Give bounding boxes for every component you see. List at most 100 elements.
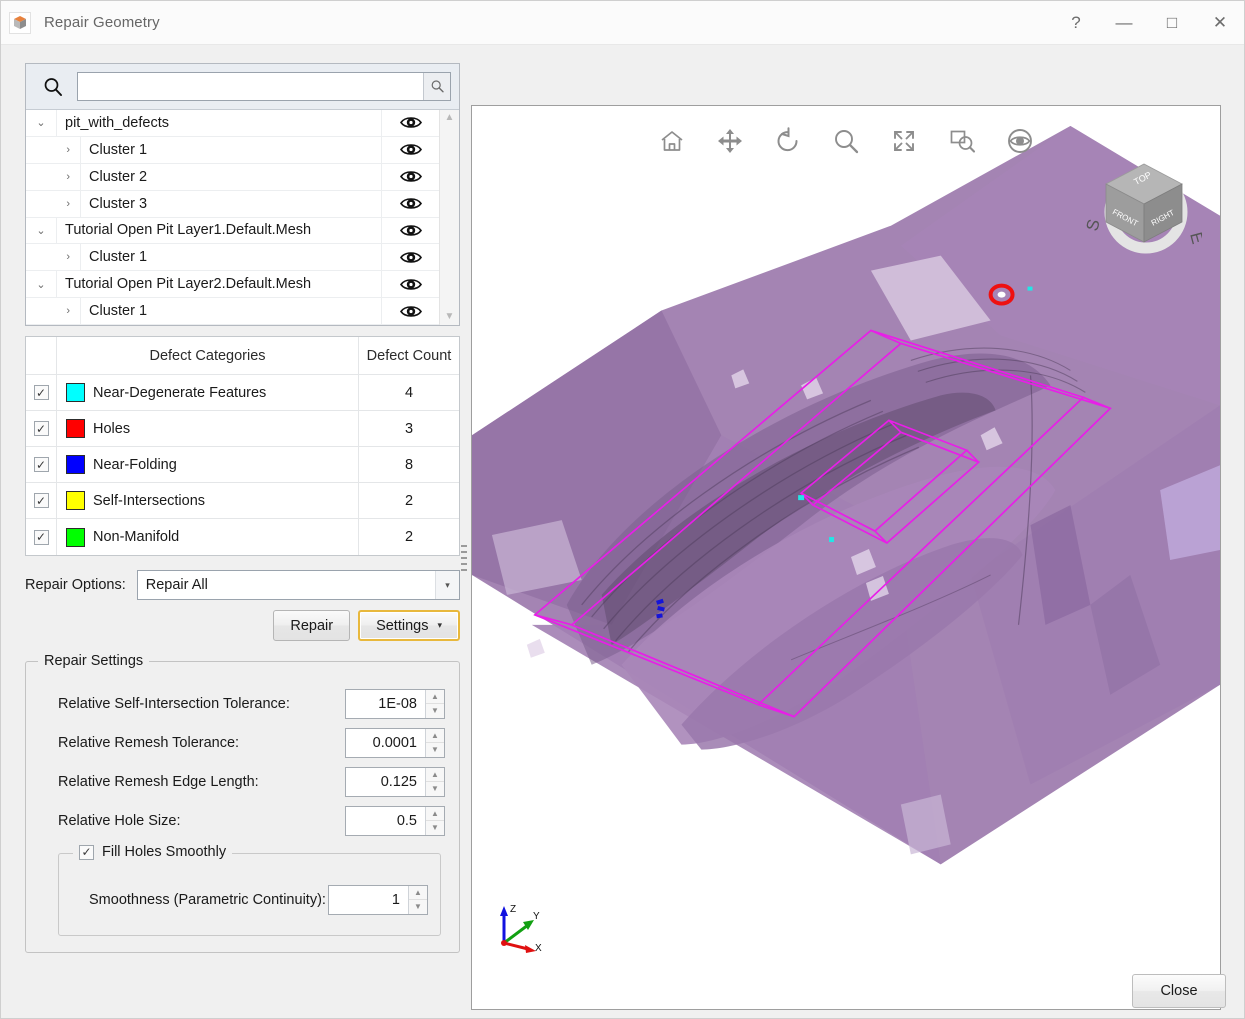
stepper-down-icon[interactable]: ▼ (426, 821, 444, 835)
table-row[interactable]: ✓ Near-Folding 8 (26, 447, 459, 483)
stepper-down-icon[interactable]: ▼ (426, 704, 444, 718)
chevron-down-icon[interactable]: ⌄ (26, 271, 56, 297)
settings-button[interactable]: Settings ▾ (358, 610, 460, 641)
defect-color-swatch (66, 455, 85, 474)
chevron-down-icon[interactable]: ⌄ (26, 218, 56, 244)
eye-icon[interactable] (381, 190, 439, 217)
chevron-right-icon[interactable]: › (26, 191, 80, 217)
scroll-down-arrow[interactable]: ▼ (445, 312, 455, 322)
3d-viewport[interactable]: TOP FRONT RIGHT S E Z Y X (471, 105, 1221, 1010)
maximize-button[interactable]: □ (1148, 1, 1196, 45)
stepper-up-icon[interactable]: ▲ (426, 689, 444, 704)
view-eye-icon[interactable] (1001, 122, 1039, 160)
defect-name-cell: Holes (57, 411, 359, 446)
setting-stepper[interactable]: 0.125 ▲ ▼ (345, 766, 445, 797)
home-icon[interactable] (653, 122, 691, 160)
stepper-up-icon[interactable]: ▲ (426, 728, 444, 743)
setting-value[interactable]: 0.0001 (346, 735, 425, 751)
setting-stepper[interactable]: 1E-08 ▲ ▼ (345, 688, 445, 719)
chevron-right-icon[interactable]: › (26, 164, 80, 190)
eye-icon[interactable] (381, 110, 439, 136)
fit-icon[interactable] (885, 122, 923, 160)
tree-scrollbar[interactable]: ▲ ▼ (439, 110, 459, 325)
tree-row[interactable]: › Cluster 1 (26, 136, 439, 164)
search-box (77, 72, 451, 101)
defect-checkbox[interactable]: ✓ (33, 493, 49, 508)
setting-value[interactable]: 1E-08 (346, 696, 425, 712)
stepper-up-icon[interactable]: ▲ (409, 885, 427, 900)
eye-icon[interactable] (381, 244, 439, 271)
view-cube[interactable]: TOP FRONT RIGHT S E (1083, 154, 1207, 254)
eye-icon[interactable] (381, 217, 439, 244)
close-button[interactable]: Close (1132, 974, 1226, 1008)
defect-checkbox-cell: ✓ (26, 447, 57, 482)
tree-row[interactable]: ⌄ pit_with_defects (26, 110, 439, 137)
setting-label: Relative Hole Size: (58, 812, 181, 829)
defect-categories-table: Defect Categories Defect Count ✓ Near-Deg… (25, 336, 460, 556)
tree-row[interactable]: › Cluster 2 (26, 163, 439, 191)
chevron-down-icon[interactable]: ▾ (435, 571, 459, 599)
pan-icon[interactable] (711, 122, 749, 160)
defect-count: 4 (404, 384, 414, 401)
tree-row[interactable]: › Cluster 1 (26, 244, 439, 272)
table-row[interactable]: ✓ Non-Manifold 2 (26, 519, 459, 555)
defect-name: Near-Folding (93, 456, 177, 473)
defect-name: Holes (93, 420, 131, 437)
defect-checkbox[interactable]: ✓ (33, 529, 49, 545)
zoom-icon[interactable] (827, 122, 865, 160)
setting-value[interactable]: 0.5 (346, 813, 425, 829)
stepper-up-icon[interactable]: ▲ (426, 806, 444, 821)
tree-item-label: Cluster 3 (80, 190, 381, 217)
stepper-down-icon[interactable]: ▼ (426, 782, 444, 796)
smoothness-stepper[interactable]: 1 ▲ ▼ (328, 884, 428, 915)
help-button[interactable]: ? (1052, 1, 1100, 45)
fill-holes-checkbox[interactable]: ✓ (79, 844, 94, 860)
minimize-button[interactable]: — (1100, 1, 1148, 45)
table-row[interactable]: ✓ Holes 3 (26, 411, 459, 447)
eye-icon[interactable] (381, 271, 439, 298)
smoothness-row: Smoothness (Parametric Continuity): 1 ▲ … (71, 880, 428, 919)
table-row[interactable]: ✓ Near-Degenerate Features 4 (26, 375, 459, 411)
repair-geometry-window: Repair Geometry ? — □ ✕ ⌄ pit_with_defec… (0, 0, 1245, 1019)
stepper-down-icon[interactable]: ▼ (409, 900, 427, 914)
app-cube-icon (9, 11, 31, 34)
defect-checkbox[interactable]: ✓ (33, 457, 49, 472)
search-input[interactable] (78, 73, 423, 100)
eye-icon[interactable] (381, 163, 439, 190)
tree-row[interactable]: ⌄ Tutorial Open Pit Layer2.Default.Mesh (26, 271, 439, 299)
eye-icon[interactable] (381, 136, 439, 163)
zoom-box-icon[interactable] (943, 122, 981, 160)
defect-checkbox[interactable]: ✓ (33, 421, 49, 436)
search-submit-icon[interactable] (423, 73, 450, 100)
tree-row[interactable]: › Cluster 3 (26, 190, 439, 218)
defect-count: 2 (404, 492, 414, 509)
close-window-button[interactable]: ✕ (1196, 1, 1244, 45)
panel-splitter[interactable] (459, 105, 469, 1010)
chevron-right-icon[interactable]: › (26, 137, 80, 163)
smoothness-value[interactable]: 1 (329, 892, 408, 908)
chevron-right-icon[interactable]: › (26, 244, 80, 270)
rotate-icon[interactable] (769, 122, 807, 160)
setting-stepper[interactable]: 0.5 ▲ ▼ (345, 805, 445, 836)
setting-stepper[interactable]: 0.0001 ▲ ▼ (345, 727, 445, 758)
defect-checkbox[interactable]: ✓ (33, 385, 49, 400)
table-row[interactable]: ✓ Self-Intersections 2 (26, 483, 459, 519)
tree-row[interactable]: ⌄ Tutorial Open Pit Layer1.Default.Mesh (26, 217, 439, 245)
dialog-footer: Close (1, 964, 1244, 1018)
stepper-up-icon[interactable]: ▲ (426, 767, 444, 782)
eye-icon[interactable] (381, 298, 439, 324)
splitter-grip-icon (461, 544, 467, 571)
setting-value[interactable]: 0.125 (346, 774, 425, 790)
header-checkbox-cell (26, 337, 57, 374)
repair-options-select[interactable]: Repair All ▾ (136, 570, 460, 600)
repair-settings-legend: Repair Settings (38, 653, 150, 669)
scroll-up-arrow[interactable]: ▲ (445, 113, 455, 123)
stepper-buttons: ▲ ▼ (425, 728, 444, 757)
defect-count: 3 (404, 420, 414, 437)
chevron-down-icon[interactable]: ⌄ (26, 110, 56, 136)
defect-color-swatch (66, 419, 85, 438)
tree-row[interactable]: › Cluster 1 (26, 298, 439, 325)
chevron-right-icon[interactable]: › (26, 298, 80, 324)
repair-button[interactable]: Repair (273, 610, 351, 641)
stepper-down-icon[interactable]: ▼ (426, 743, 444, 757)
